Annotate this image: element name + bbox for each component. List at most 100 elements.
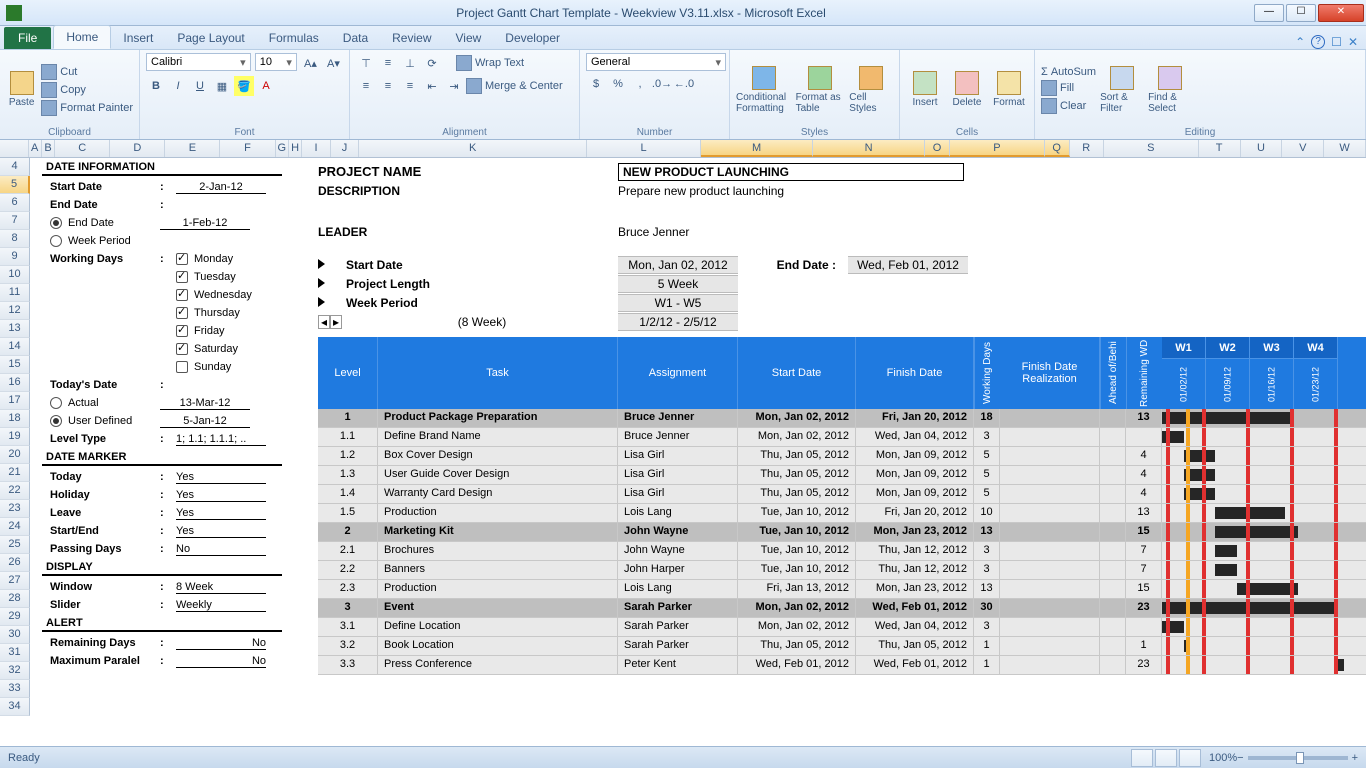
row-header-31[interactable]: 31: [0, 644, 30, 662]
row-header-29[interactable]: 29: [0, 608, 30, 626]
gantt-row[interactable]: 1.5 Production Lois Lang Tue, Jan 10, 20…: [318, 504, 1366, 523]
font-name-combo[interactable]: Calibri▾: [146, 53, 251, 71]
slider-right-button[interactable]: ▸: [330, 315, 342, 329]
tab-home[interactable]: Home: [53, 25, 111, 49]
cut-button[interactable]: Cut: [41, 64, 133, 80]
row-header-5[interactable]: 5: [0, 176, 30, 194]
help-icon[interactable]: ?: [1311, 35, 1325, 49]
file-tab[interactable]: File: [4, 27, 51, 49]
row-header-25[interactable]: 25: [0, 536, 30, 554]
slider-left-button[interactable]: ◂: [318, 315, 330, 329]
gantt-row[interactable]: 2 Marketing Kit John Wayne Tue, Jan 10, …: [318, 523, 1366, 542]
font-size-combo[interactable]: 10▾: [255, 53, 297, 71]
number-format-combo[interactable]: General▾: [586, 53, 726, 71]
col-header-F[interactable]: F: [220, 140, 275, 157]
wrap-text-button[interactable]: Wrap Text: [456, 53, 524, 73]
tab-view[interactable]: View: [444, 27, 494, 49]
autosum-button[interactable]: ΣAutoSum: [1041, 66, 1096, 78]
sunday-check[interactable]: [176, 361, 188, 373]
gantt-row[interactable]: 1.2 Box Cover Design Lisa Girl Thu, Jan …: [318, 447, 1366, 466]
page-layout-view-button[interactable]: [1155, 749, 1177, 767]
row-header-14[interactable]: 14: [0, 338, 30, 356]
user-defined-value[interactable]: 5-Jan-12: [160, 415, 250, 428]
page-break-view-button[interactable]: [1179, 749, 1201, 767]
row-header-26[interactable]: 26: [0, 554, 30, 572]
row-header-11[interactable]: 11: [0, 284, 30, 302]
format-cells-button[interactable]: Format: [990, 53, 1028, 126]
user-defined-radio[interactable]: [50, 415, 62, 427]
shrink-font-button[interactable]: A▾: [324, 53, 343, 73]
underline-button[interactable]: U: [190, 76, 210, 96]
font-color-button[interactable]: A: [256, 76, 276, 96]
tab-data[interactable]: Data: [331, 27, 380, 49]
row-header-8[interactable]: 8: [0, 230, 30, 248]
col-header-N[interactable]: N: [813, 140, 925, 157]
zoom-label[interactable]: 100%: [1209, 752, 1237, 764]
row-header-7[interactable]: 7: [0, 212, 30, 230]
gantt-row[interactable]: 3.2 Book Location Sarah Parker Thu, Jan …: [318, 637, 1366, 656]
fill-button[interactable]: Fill: [1041, 80, 1096, 96]
row-header-20[interactable]: 20: [0, 446, 30, 464]
row-header-4[interactable]: 4: [0, 158, 30, 176]
col-header-K[interactable]: K: [359, 140, 587, 157]
column-headers[interactable]: ABCDEFGHIJKLMNOPQRSTUVW: [0, 140, 1366, 158]
thursday-check[interactable]: [176, 307, 188, 319]
row-header-30[interactable]: 30: [0, 626, 30, 644]
percent-button[interactable]: %: [608, 74, 628, 94]
border-button[interactable]: ▦: [212, 76, 232, 96]
row-header-15[interactable]: 15: [0, 356, 30, 374]
row-header-28[interactable]: 28: [0, 590, 30, 608]
tuesday-check[interactable]: [176, 271, 188, 283]
currency-button[interactable]: $: [586, 74, 606, 94]
row-header-21[interactable]: 21: [0, 464, 30, 482]
close-button[interactable]: ✕: [1318, 4, 1364, 22]
row-header-23[interactable]: 23: [0, 500, 30, 518]
gantt-row[interactable]: 2.2 Banners John Harper Tue, Jan 10, 201…: [318, 561, 1366, 580]
col-header-H[interactable]: H: [289, 140, 302, 157]
window-restore-icon[interactable]: ☐: [1331, 35, 1342, 49]
project-leader-cell[interactable]: Bruce Jenner: [618, 225, 968, 239]
tab-insert[interactable]: Insert: [111, 27, 165, 49]
actual-date-value[interactable]: 13-Mar-12: [160, 397, 250, 410]
end-date-value[interactable]: 1-Feb-12: [160, 217, 250, 230]
row-header-12[interactable]: 12: [0, 302, 30, 320]
project-desc-cell[interactable]: Prepare new product launching: [618, 184, 968, 198]
gantt-row[interactable]: 1.3 User Guide Cover Design Lisa Girl Th…: [318, 466, 1366, 485]
row-header-18[interactable]: 18: [0, 410, 30, 428]
worksheet-grid[interactable]: ABCDEFGHIJKLMNOPQRSTUVW 4567891011121314…: [0, 140, 1366, 746]
col-header-T[interactable]: T: [1199, 140, 1241, 157]
paste-button[interactable]: Paste: [6, 53, 37, 126]
col-header-O[interactable]: O: [925, 140, 950, 157]
italic-button[interactable]: I: [168, 76, 188, 96]
row-header-13[interactable]: 13: [0, 320, 30, 338]
comma-button[interactable]: ,: [630, 74, 650, 94]
align-top-button[interactable]: ⊤: [356, 53, 376, 73]
cell-styles-button[interactable]: Cell Styles: [849, 53, 893, 126]
merge-center-button[interactable]: Merge & Center: [466, 76, 563, 96]
format-painter-button[interactable]: Format Painter: [41, 100, 133, 116]
normal-view-button[interactable]: [1131, 749, 1153, 767]
maximize-button[interactable]: ☐: [1286, 4, 1316, 22]
col-header-U[interactable]: U: [1241, 140, 1283, 157]
grow-font-button[interactable]: A▴: [301, 53, 320, 73]
row-header-24[interactable]: 24: [0, 518, 30, 536]
col-header-Q[interactable]: Q: [1045, 140, 1070, 157]
col-header-G[interactable]: G: [276, 140, 289, 157]
col-header-R[interactable]: R: [1070, 140, 1104, 157]
align-middle-button[interactable]: ≡: [378, 53, 398, 73]
clear-button[interactable]: Clear: [1041, 98, 1096, 114]
find-select-button[interactable]: Find & Select: [1148, 53, 1192, 126]
gantt-row[interactable]: 3.1 Define Location Sarah Parker Mon, Ja…: [318, 618, 1366, 637]
gantt-row[interactable]: 2.1 Brochures John Wayne Tue, Jan 10, 20…: [318, 542, 1366, 561]
indent-inc-button[interactable]: ⇥: [444, 76, 464, 96]
row-header-34[interactable]: 34: [0, 698, 30, 716]
indent-dec-button[interactable]: ⇤: [422, 76, 442, 96]
col-header-I[interactable]: I: [302, 140, 331, 157]
row-header-9[interactable]: 9: [0, 248, 30, 266]
gantt-row[interactable]: 3 Event Sarah Parker Mon, Jan 02, 2012 W…: [318, 599, 1366, 618]
col-header-L[interactable]: L: [587, 140, 701, 157]
row-header-6[interactable]: 6: [0, 194, 30, 212]
col-header-P[interactable]: P: [950, 140, 1045, 157]
fill-color-button[interactable]: 🪣: [234, 76, 254, 96]
row-header-17[interactable]: 17: [0, 392, 30, 410]
